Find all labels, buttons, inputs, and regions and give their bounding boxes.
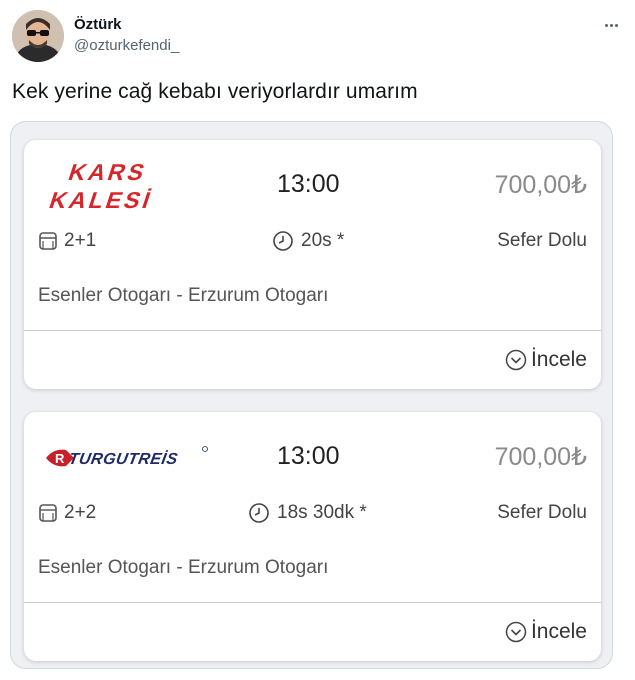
avatar[interactable] [12, 10, 64, 62]
trip-card-kars-kalesi[interactable]: KARS KALESİ 13:00 700,00₺ 2+1 20s * Sefe [24, 140, 601, 389]
logo-text: TURGUTREİS [67, 450, 179, 468]
trip-duration-value: 20s * [301, 230, 345, 251]
trip-status: Sefer Dolu [497, 502, 587, 523]
card-divider [24, 602, 601, 603]
clock-icon [273, 231, 293, 251]
trip-duration: 18s 30dk * [248, 502, 367, 524]
seat-layout-value: 2+1 [64, 230, 97, 251]
inspect-button-label: İncele [530, 348, 587, 371]
author-name[interactable]: Öztürk [74, 16, 122, 33]
seat-icon [39, 504, 57, 522]
chevron-down-circle-icon [505, 621, 527, 643]
tweet-header: Öztürk @ozturkefendi_ [12, 10, 623, 66]
inspect-button[interactable]: İncele [505, 348, 587, 372]
logo-line-1: KARS [65, 160, 150, 185]
inspect-button-label: İncele [530, 620, 587, 643]
trip-duration: 20s * [272, 230, 344, 252]
logo-line-2: KALESİ [46, 188, 157, 213]
seat-icon [39, 232, 57, 250]
card-divider [24, 330, 601, 331]
trip-card-turgutreis[interactable]: R TURGUTREİS 13:00 700,00₺ 2+2 18s 30dk … [24, 412, 601, 661]
author-handle[interactable]: @ozturkefendi_ [74, 37, 179, 54]
tweet-media[interactable]: KARS KALESİ 13:00 700,00₺ 2+1 20s * Sefe [10, 121, 613, 669]
trip-route: Esenler Otogarı - Erzurum Otogarı [38, 285, 329, 306]
inspect-button[interactable]: İncele [505, 620, 587, 644]
seat-layout-value: 2+2 [64, 502, 97, 523]
trip-duration-value: 18s 30dk * [277, 502, 367, 523]
tweet-text: Kek yerine cağ kebabı veriyorlardır umar… [12, 80, 418, 103]
turgutreis-logo: R TURGUTREİS [44, 430, 208, 486]
seat-layout: 2+1 [38, 230, 96, 252]
trip-status: Sefer Dolu [497, 230, 587, 251]
departure-time: 13:00 [277, 170, 340, 198]
more-options-icon[interactable] [599, 16, 623, 34]
logo-badge: R [55, 451, 65, 466]
chevron-down-circle-icon [505, 349, 527, 371]
seat-layout: 2+2 [38, 502, 96, 524]
clock-icon [249, 503, 269, 523]
avatar-image [12, 10, 64, 62]
departure-time: 13:00 [277, 442, 340, 470]
kars-kalesi-logo: KARS KALESİ [44, 158, 204, 214]
ticket-price: 700,00₺ [494, 443, 587, 471]
trip-route: Esenler Otogarı - Erzurum Otogarı [38, 557, 329, 578]
ticket-price: 700,00₺ [494, 171, 587, 199]
